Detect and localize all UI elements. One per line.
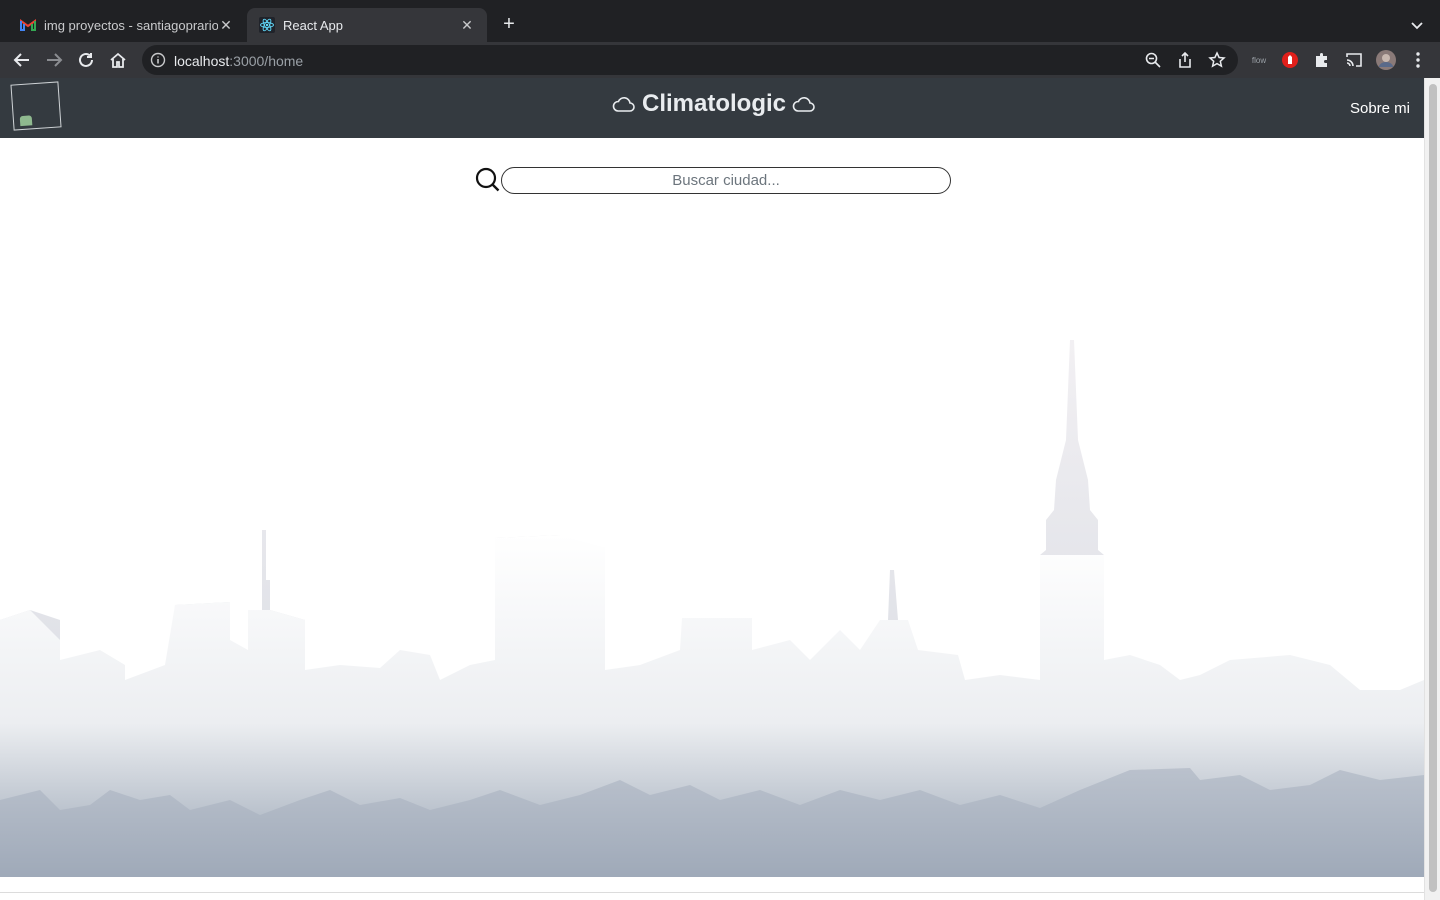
about-link[interactable]: Sobre mi <box>1350 100 1410 117</box>
browser-toolbar: localhost:3000/home flow <box>0 42 1440 78</box>
back-icon[interactable] <box>10 48 34 72</box>
menu-kebab-icon[interactable] <box>1408 50 1428 70</box>
red-extension-icon[interactable] <box>1280 50 1300 70</box>
tab-title: React App <box>283 17 343 33</box>
gmail-icon <box>20 17 36 33</box>
info-icon[interactable] <box>150 52 166 68</box>
flow-extension-icon[interactable]: flow <box>1248 50 1270 70</box>
close-icon[interactable]: ✕ <box>459 17 475 33</box>
browser-tab[interactable]: img proyectos - santiagoprario ✕ <box>8 8 246 42</box>
zoom-icon[interactable] <box>1144 51 1162 69</box>
browser-tab-strip: img proyectos - santiagoprario ✕ React A… <box>0 0 1440 42</box>
city-skyline-background <box>0 340 1424 877</box>
chevron-down-icon[interactable] <box>1406 14 1428 36</box>
logo-image[interactable] <box>10 81 62 131</box>
cast-icon[interactable] <box>1344 50 1364 70</box>
search-input[interactable] <box>501 167 951 194</box>
app-navbar: Climatologic Sobre mi <box>0 78 1424 138</box>
reload-icon[interactable] <box>74 48 98 72</box>
profile-avatar[interactable] <box>1376 50 1396 70</box>
scrollbar-thumb[interactable] <box>1429 84 1437 892</box>
app-brand[interactable]: Climatologic <box>606 90 822 118</box>
browser-tab-active[interactable]: React App ✕ <box>247 8 487 42</box>
forward-icon[interactable] <box>42 48 66 72</box>
bookmark-star-icon[interactable] <box>1208 51 1226 69</box>
url-text: localhost:3000/home <box>174 53 304 69</box>
react-icon <box>259 17 275 33</box>
cloud-icon <box>792 97 815 112</box>
scrollbar[interactable] <box>1424 78 1440 900</box>
address-bar[interactable]: localhost:3000/home <box>142 45 1238 75</box>
app-title: Climatologic <box>642 90 787 117</box>
divider <box>0 892 1424 893</box>
home-icon[interactable] <box>106 48 130 72</box>
search-bar <box>475 166 955 196</box>
share-icon[interactable] <box>1176 51 1194 69</box>
close-icon[interactable]: ✕ <box>218 17 234 33</box>
flow-label: flow <box>1251 55 1267 65</box>
tab-title: img proyectos - santiagoprario <box>44 17 218 33</box>
cloud-icon <box>612 97 635 112</box>
puzzle-icon[interactable] <box>1312 50 1332 70</box>
search-icon[interactable] <box>475 167 501 193</box>
new-tab-button[interactable]: + <box>498 13 520 35</box>
